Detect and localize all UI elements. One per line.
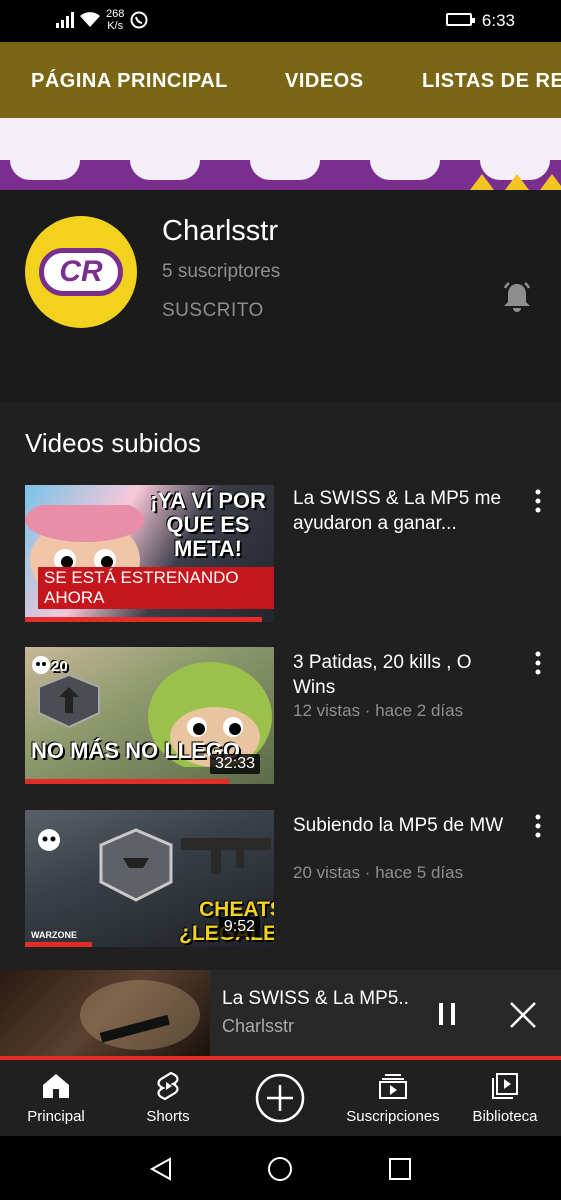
subscriber-count: 5 suscriptores xyxy=(162,261,281,282)
battery-icon xyxy=(446,13,475,26)
recents-icon[interactable] xyxy=(387,1156,413,1182)
video-meta: 20 vistas · hace 5 días xyxy=(293,863,464,882)
video-meta: 12 vistas · hace 2 días xyxy=(293,701,464,720)
subscribe-button[interactable]: SUSCRITO xyxy=(162,300,264,322)
nav-item-create[interactable] xyxy=(224,1060,336,1136)
video-thumbnail[interactable]: CHEATS ¿LEGALES? WARZONE 9:52 xyxy=(25,810,274,947)
back-icon[interactable] xyxy=(148,1156,174,1182)
video-title[interactable]: Subiendo la MP5 de MW xyxy=(293,813,518,838)
nav-item-shorts[interactable]: Shorts xyxy=(112,1060,224,1136)
watch-progress xyxy=(25,942,93,947)
thumbnail-text: NO MÁS NO LLEGO xyxy=(31,738,240,763)
whatsapp-icon xyxy=(130,11,148,29)
video-thumbnail[interactable]: ¡YA VÍ POR QUE ES META! SE ESTÁ ESTRENAN… xyxy=(25,485,274,622)
mini-player-title: La SWISS & La MP5.. xyxy=(222,988,409,1009)
shorts-icon xyxy=(157,1071,179,1101)
video-duration: 32:33 xyxy=(209,754,260,774)
signal-icon xyxy=(56,12,74,28)
bell-icon[interactable] xyxy=(500,280,534,314)
more-options-icon[interactable] xyxy=(528,650,548,676)
channel-name: Charlsstr xyxy=(162,215,279,247)
close-icon[interactable] xyxy=(508,1000,538,1030)
kill-count: 20 xyxy=(51,658,68,675)
nav-item-subscriptions[interactable]: Suscripciones xyxy=(337,1060,449,1136)
create-icon xyxy=(255,1073,305,1123)
status-bar: 268 K/s 6:33 xyxy=(0,0,561,42)
library-icon xyxy=(492,1073,518,1099)
nav-label: Shorts xyxy=(146,1108,190,1125)
bottom-navigation: Principal Shorts Suscripciones Bibliotec… xyxy=(0,1060,561,1136)
nav-item-home[interactable]: Principal xyxy=(0,1060,112,1136)
thumbnail-text: ¡YA VÍ POR QUE ES META! xyxy=(150,488,266,561)
home-icon xyxy=(43,1074,69,1098)
pause-icon[interactable] xyxy=(436,1000,460,1028)
mini-player[interactable]: La SWISS & La MP5.. Charlsstr xyxy=(0,970,561,1058)
mini-player-channel: Charlsstr xyxy=(222,1016,295,1036)
subscriptions-icon xyxy=(379,1074,407,1099)
thumbnail-brand: WARZONE xyxy=(31,930,77,940)
tab-videos[interactable]: VIDEOS xyxy=(285,70,364,93)
clock: 6:33 xyxy=(481,11,515,30)
more-options-icon[interactable] xyxy=(528,813,548,839)
channel-header: CR Charlsstr 5 suscriptores SUSCRITO xyxy=(0,190,561,402)
video-title[interactable]: 3 Patidas, 20 kills , O Wins xyxy=(293,650,518,700)
rank-emblem xyxy=(32,656,100,729)
channel-avatar[interactable]: CR xyxy=(25,216,137,328)
nav-label: Suscripciones xyxy=(346,1108,440,1125)
nav-label: Biblioteca xyxy=(472,1108,538,1125)
video-title[interactable]: La SWISS & La MP5 me ayudaron a ganar... xyxy=(293,486,518,536)
premiere-badge: SE ESTÁ ESTRENANDO AHORA xyxy=(38,567,274,609)
home-button-icon[interactable] xyxy=(267,1156,293,1182)
video-duration: 9:52 xyxy=(218,917,260,937)
system-navigation-bar xyxy=(0,1136,561,1200)
channel-tabs: PÁGINA PRINCIPAL VIDEOS LISTAS DE REPROD… xyxy=(0,42,561,118)
network-speed: 268 K/s xyxy=(106,8,125,32)
more-options-icon[interactable] xyxy=(528,488,548,514)
section-title: Videos subidos xyxy=(25,428,201,458)
watch-progress xyxy=(25,779,230,784)
nav-label: Principal xyxy=(27,1108,85,1125)
mini-player-thumbnail[interactable] xyxy=(0,970,210,1058)
channel-banner xyxy=(0,118,561,190)
nav-item-library[interactable]: Biblioteca xyxy=(449,1060,561,1136)
wifi-icon xyxy=(80,12,100,27)
tab-playlists[interactable]: LISTAS DE REPRODUCCIÓN xyxy=(422,70,561,93)
avatar-logo: CR xyxy=(39,248,123,296)
video-thumbnail[interactable]: 20 NO MÁS NO LLEGO 32:33 xyxy=(25,647,274,784)
watch-progress xyxy=(25,617,262,622)
tab-home[interactable]: PÁGINA PRINCIPAL xyxy=(31,70,228,93)
